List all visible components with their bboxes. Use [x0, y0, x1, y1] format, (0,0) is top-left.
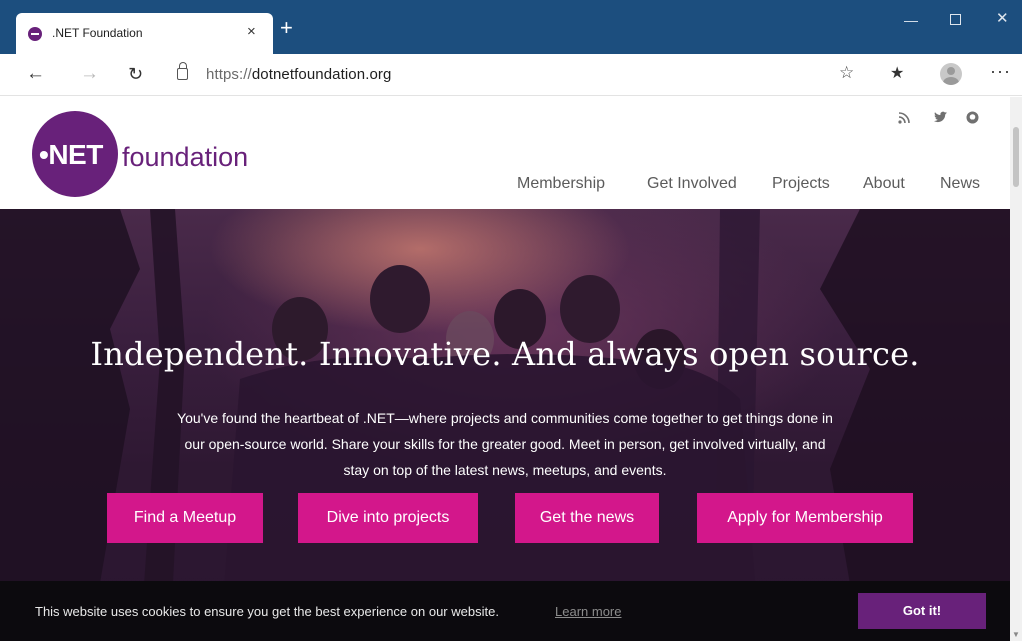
hero-banner: Independent. Innovative. And always open…: [0, 209, 1010, 641]
cookie-message: This website uses cookies to ensure you …: [35, 604, 499, 619]
hero-description: You've found the heartbeat of .NET—where…: [177, 410, 833, 478]
logo-wordmark[interactable]: foundation: [122, 142, 248, 173]
profile-avatar-icon[interactable]: [940, 63, 962, 85]
url-host: dotnetfoundation.org: [251, 66, 392, 83]
scroll-down-arrow-icon[interactable]: ▼: [1012, 630, 1020, 639]
nav-get-involved[interactable]: Get Involved: [647, 175, 737, 193]
lock-icon[interactable]: [177, 62, 188, 80]
nav-projects[interactable]: Projects: [772, 175, 830, 193]
nav-about[interactable]: About: [863, 175, 905, 193]
dotnet-favicon-icon: [28, 27, 42, 41]
favorite-star-icon[interactable]: ☆: [839, 63, 854, 83]
logo-mark-text: •NET: [39, 139, 103, 170]
close-window-button[interactable]: ✕: [996, 11, 1009, 26]
nav-membership[interactable]: Membership: [517, 175, 605, 193]
got-it-button[interactable]: Got it!: [858, 593, 986, 629]
find-a-meetup-button[interactable]: Find a Meetup: [107, 493, 263, 543]
tab-close-icon[interactable]: ×: [247, 23, 256, 41]
back-arrow-icon[interactable]: ←: [26, 62, 45, 86]
twitter-icon[interactable]: [934, 111, 948, 126]
refresh-icon[interactable]: ↻: [128, 62, 143, 86]
browser-tab[interactable]: .NET Foundation ×: [16, 13, 273, 54]
maximize-button[interactable]: [950, 14, 961, 25]
site-header: •NET foundation Membership Get Involved …: [0, 97, 1010, 209]
get-the-news-button[interactable]: Get the news: [515, 493, 659, 543]
apply-for-membership-button[interactable]: Apply for Membership: [697, 493, 913, 543]
github-icon[interactable]: [966, 111, 979, 127]
more-menu-icon[interactable]: ···: [990, 61, 1011, 82]
favorites-bar-icon[interactable]: ★: [890, 63, 904, 83]
scrollbar-thumb[interactable]: [1013, 127, 1019, 187]
rss-icon[interactable]: [898, 111, 911, 127]
minimize-button[interactable]: —: [904, 13, 918, 27]
tab-title: .NET Foundation: [52, 26, 143, 40]
hero-title: Independent. Innovative. And always open…: [90, 335, 920, 373]
new-tab-button[interactable]: +: [280, 17, 293, 39]
url-field[interactable]: https://dotnetfoundation.org: [206, 66, 391, 83]
address-bar: ← → ↻ https://dotnetfoundation.org ☆ ★ ·…: [0, 54, 1022, 96]
dive-into-projects-button[interactable]: Dive into projects: [298, 493, 478, 543]
learn-more-link[interactable]: Learn more: [555, 604, 621, 619]
url-scheme: https://: [206, 66, 252, 83]
page-scrollbar[interactable]: ▼: [1010, 97, 1022, 641]
nav-news[interactable]: News: [940, 175, 980, 193]
page-viewport: •NET foundation Membership Get Involved …: [0, 97, 1010, 641]
forward-arrow-icon[interactable]: →: [80, 62, 99, 86]
cookie-consent-bar: This website uses cookies to ensure you …: [0, 581, 1010, 641]
browser-titlebar: .NET Foundation × + — ✕: [0, 0, 1022, 54]
